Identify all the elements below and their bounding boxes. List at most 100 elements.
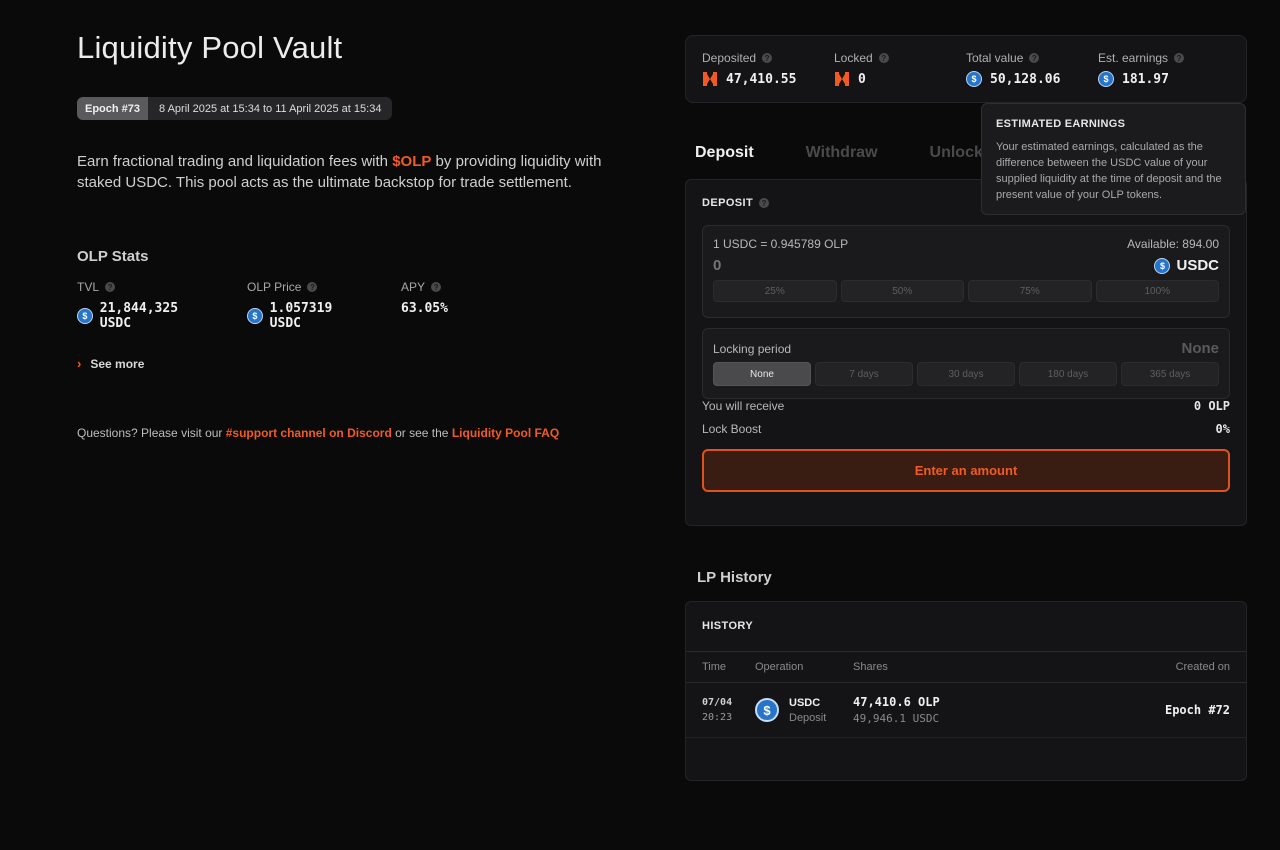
help-icon[interactable]: ? — [431, 282, 442, 292]
summary-total-label: Total value — [966, 51, 1024, 65]
help-icon[interactable]: ? — [759, 198, 770, 208]
locking-period-value: None — [1181, 340, 1220, 357]
lock-options: None 7 days 30 days 180 days 365 days — [713, 362, 1219, 386]
chevron-right-icon: › — [77, 356, 82, 371]
stat-apy: APY? 63.05% — [401, 280, 448, 331]
col-created-header: Created on — [1175, 661, 1230, 673]
row-clock: 20:23 — [702, 712, 733, 723]
summary-deposited-value: 47,410.55 — [726, 71, 797, 87]
lock-7-days-button[interactable]: 7 days — [815, 362, 913, 386]
row-shares-olp: 47,410.6 OLP — [853, 695, 940, 709]
summary-total-value-amount: 50,128.06 — [990, 71, 1061, 87]
summary-locked: Locked? 0 — [834, 51, 966, 102]
olp-stats: TVL? $21,844,325 USDC OLP Price? $1.0573… — [77, 280, 637, 331]
summary-deposited: Deposited? 47,410.55 — [702, 51, 834, 102]
usdc-icon: $ — [77, 308, 93, 324]
olp-token-highlight: $OLP — [392, 153, 432, 170]
faq-link[interactable]: Liquidity Pool FAQ — [452, 426, 559, 440]
olp-icon — [834, 71, 850, 87]
row-date: 07/04 — [702, 697, 733, 708]
lock-365-days-button[interactable]: 365 days — [1121, 362, 1219, 386]
epoch-badge: Epoch #73 — [77, 97, 149, 120]
row-operation: $ USDC Deposit — [755, 697, 853, 724]
stat-apy-value: 63.05% — [401, 301, 448, 316]
lock-boost-value: 0% — [1215, 422, 1230, 436]
tab-withdraw[interactable]: Withdraw — [806, 144, 878, 162]
see-more-label: See more — [90, 356, 145, 371]
row-time: 07/04 20:23 — [702, 695, 755, 725]
lp-history-title: LP History — [697, 569, 772, 586]
epoch-dates: 8 April 2025 at 15:34 to 11 April 2025 a… — [159, 102, 382, 115]
help-icon[interactable]: ? — [1174, 53, 1185, 63]
percent-50-button[interactable]: 50% — [840, 280, 964, 302]
stat-tvl-value: 21,844,325 USDC — [99, 301, 179, 331]
lock-180-days-button[interactable]: 180 days — [1019, 362, 1117, 386]
questions-before: Questions? Please visit our — [77, 426, 226, 440]
stat-olp-price-label: OLP Price — [247, 280, 302, 294]
epoch-info: Epoch #73 8 April 2025 at 15:34 to 11 Ap… — [77, 97, 393, 120]
locking-period-label: Locking period — [713, 341, 792, 356]
help-icon[interactable]: ? — [878, 53, 889, 63]
history-card-title: HISTORY — [686, 602, 1246, 652]
summary-locked-value: 0 — [858, 71, 866, 87]
percent-100-button[interactable]: 100% — [1095, 280, 1219, 302]
exchange-rate: 1 USDC = 0.945789 OLP — [713, 237, 849, 251]
usdc-icon: $ — [1154, 257, 1171, 274]
receive-row: You will receive 0 OLP — [702, 399, 1230, 413]
history-table-header: Time Operation Shares Created on — [686, 652, 1246, 683]
row-token: USDC — [789, 696, 821, 709]
page-title: Liquidity Pool Vault — [77, 30, 343, 65]
col-shares-header: Shares — [853, 661, 888, 673]
intro-text: Earn fractional trading and liquidation … — [77, 151, 622, 193]
olp-icon — [702, 71, 718, 87]
questions-middle: or see the — [391, 426, 452, 440]
stat-olp-price-value: 1.057319 USDC — [269, 301, 333, 331]
row-shares-usdc: 49,946.1 USDC — [853, 712, 940, 725]
est-earnings-tooltip: ESTIMATED EARNINGS Your estimated earnin… — [981, 103, 1246, 215]
enter-amount-button[interactable]: Enter an amount — [702, 449, 1230, 492]
col-time-header: Time — [702, 661, 727, 673]
summary-est-earnings: Est. earnings? $181.97 — [1098, 51, 1230, 102]
stat-tvl: TVL? $21,844,325 USDC — [77, 280, 215, 331]
amount-box: 1 USDC = 0.945789 OLP Available: 894.00 … — [702, 225, 1230, 318]
row-created: Epoch #72 — [1164, 703, 1230, 717]
token-name: USDC — [1176, 257, 1219, 274]
discord-support-link[interactable]: #support channel on Discord — [226, 426, 392, 440]
left-column: Liquidity Pool Vault Epoch #73 8 April 2… — [77, 30, 637, 440]
summary-locked-label: Locked — [834, 51, 873, 65]
deposit-card: DEPOSIT? 1 USDC = 0.945789 OLP Available… — [685, 179, 1247, 526]
deposit-title: DEPOSIT — [702, 197, 754, 209]
tab-unlock[interactable]: Unlock — [930, 144, 983, 162]
questions-text: Questions? Please visit our #support cha… — [77, 426, 637, 440]
percent-buttons: 25% 50% 75% 100% — [713, 280, 1219, 302]
help-icon[interactable]: ? — [307, 282, 318, 292]
table-row[interactable]: 07/04 20:23 $ USDC Deposit 47,410.6 OLP … — [686, 683, 1246, 738]
summary-earnings-value: 181.97 — [1122, 71, 1169, 87]
tooltip-title: ESTIMATED EARNINGS — [996, 118, 1126, 130]
vault-tabs: Deposit Withdraw Unlock — [695, 144, 983, 162]
row-shares: 47,410.6 OLP 49,946.1 USDC — [853, 695, 1090, 725]
usdc-icon: $ — [247, 308, 263, 324]
token-display: $ USDC — [1154, 257, 1219, 274]
stat-tvl-label: TVL — [77, 280, 100, 294]
history-card: HISTORY Time Operation Shares Created on… — [685, 601, 1247, 781]
receive-value: 0 OLP — [1193, 399, 1230, 413]
available-balance[interactable]: Available: 894.00 — [1127, 237, 1219, 251]
olp-stats-title: OLP Stats — [77, 248, 149, 265]
help-icon[interactable]: ? — [1029, 53, 1040, 63]
percent-25-button[interactable]: 25% — [713, 280, 837, 302]
percent-75-button[interactable]: 75% — [968, 280, 1092, 302]
help-icon[interactable]: ? — [105, 282, 116, 292]
help-icon[interactable]: ? — [762, 53, 773, 63]
lock-boost-label: Lock Boost — [702, 422, 762, 436]
lock-30-days-button[interactable]: 30 days — [917, 362, 1015, 386]
stat-apy-label: APY — [401, 280, 426, 294]
amount-input[interactable] — [713, 257, 913, 274]
usdc-icon: $ — [966, 71, 982, 87]
lock-boost-row: Lock Boost 0% — [702, 422, 1230, 436]
tooltip-body: Your estimated earnings, calculated as t… — [996, 141, 1222, 201]
lock-none-button[interactable]: None — [713, 362, 811, 386]
tab-deposit[interactable]: Deposit — [695, 144, 754, 162]
see-more-button[interactable]: › See more — [77, 356, 637, 371]
usdc-icon: $ — [1098, 71, 1114, 87]
